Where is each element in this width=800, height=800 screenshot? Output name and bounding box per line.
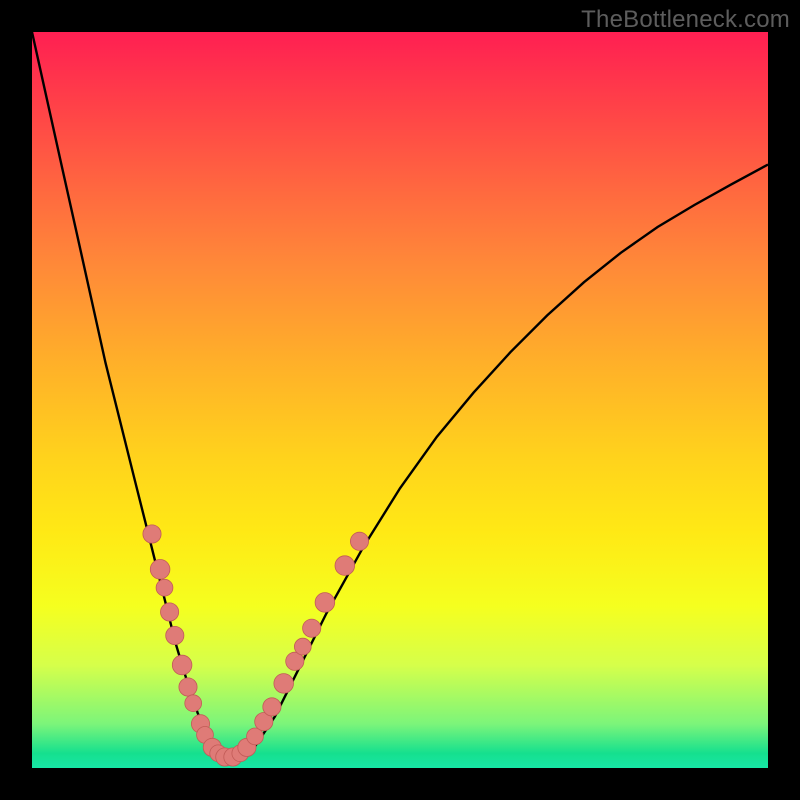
chart-marker bbox=[156, 579, 173, 596]
chart-marker bbox=[161, 603, 179, 621]
chart-marker bbox=[143, 525, 161, 543]
chart-marker bbox=[315, 593, 335, 613]
chart-marker bbox=[350, 532, 368, 550]
chart-marker bbox=[303, 619, 321, 637]
chart-marker bbox=[294, 638, 311, 655]
chart-marker bbox=[274, 674, 294, 694]
chart-plot-area bbox=[32, 32, 768, 768]
chart-frame: TheBottleneck.com bbox=[0, 0, 800, 800]
chart-marker bbox=[185, 695, 202, 712]
chart-marker bbox=[263, 698, 281, 716]
chart-marker bbox=[179, 678, 197, 696]
chart-curve bbox=[32, 32, 768, 761]
chart-marker bbox=[150, 560, 170, 580]
watermark-text: TheBottleneck.com bbox=[581, 6, 790, 34]
chart-svg bbox=[32, 32, 768, 768]
chart-marker bbox=[335, 556, 355, 576]
chart-marker bbox=[172, 655, 192, 675]
chart-marker bbox=[166, 626, 184, 644]
